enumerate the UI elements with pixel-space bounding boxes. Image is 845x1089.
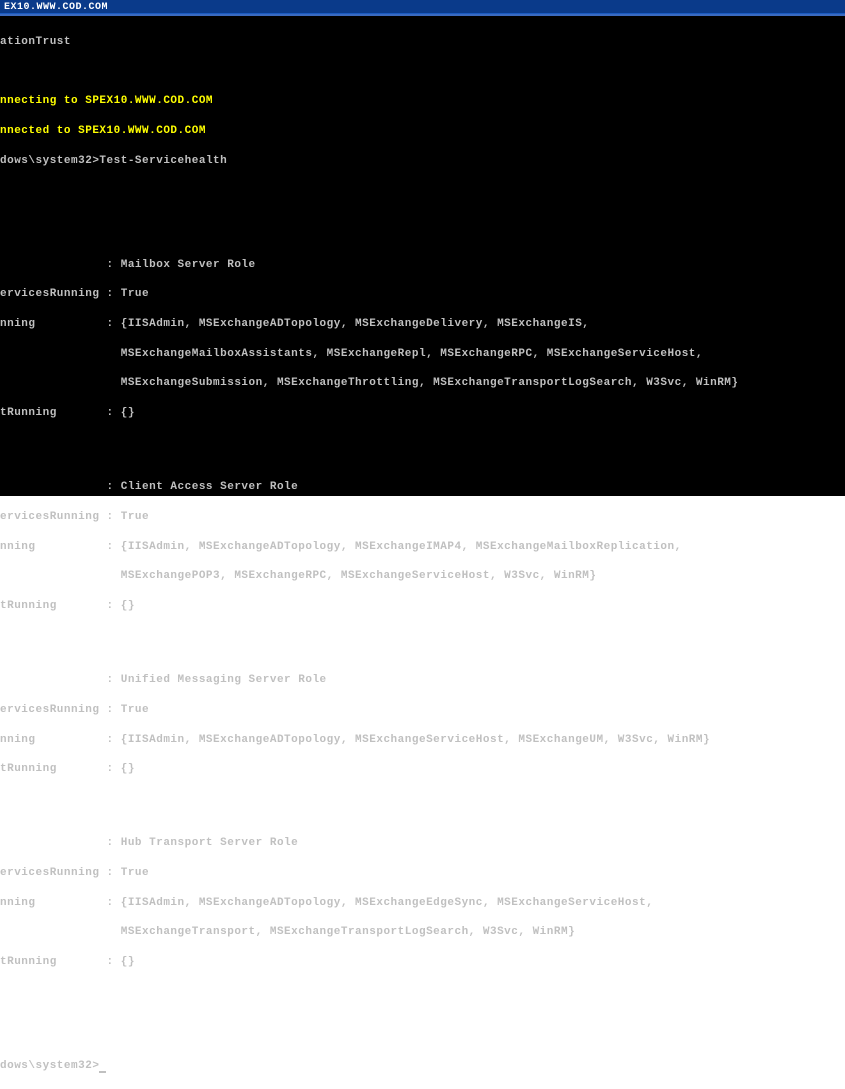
- not-running-3: tRunning : {}: [0, 955, 845, 970]
- title-text: EX10.WWW.COD.COM: [4, 2, 108, 13]
- services-list-2-a: nning : {IISAdmin, MSExchangeADTopology,…: [0, 733, 845, 748]
- cursor-icon: [99, 1071, 106, 1073]
- connected-line: nnected to SPEX10.WWW.COD.COM: [0, 124, 845, 139]
- services-list-0-a: nning : {IISAdmin, MSExchangeADTopology,…: [0, 317, 845, 332]
- running-val: True: [121, 867, 149, 879]
- role-header-1: : Client Access Server Role: [0, 480, 845, 495]
- role-header-0: : Mailbox Server Role: [0, 258, 845, 273]
- not-running-1: tRunning : {}: [0, 599, 845, 614]
- prompt-path: dows\system32>: [0, 1060, 99, 1072]
- prompt-line-2[interactable]: dows\system32>: [0, 1059, 845, 1074]
- not-running-2: tRunning : {}: [0, 762, 845, 777]
- blank: [0, 436, 845, 451]
- prompt-line-1: dows\system32>Test-Servicehealth: [0, 154, 845, 169]
- not-running-0: tRunning : {}: [0, 406, 845, 421]
- services-list-3-b: MSExchangeTransport, MSExchangeTransport…: [0, 925, 845, 940]
- blank: [0, 183, 845, 198]
- role-name: Hub Transport Server Role: [121, 837, 299, 849]
- role-header-2: : Unified Messaging Server Role: [0, 673, 845, 688]
- window-titlebar: EX10.WWW.COD.COM: [0, 0, 845, 14]
- blank: [0, 792, 845, 807]
- running-val: True: [121, 288, 149, 300]
- blank: [0, 629, 845, 644]
- services-list-0-c: MSExchangeSubmission, MSExchangeThrottli…: [0, 376, 845, 391]
- role-name: Unified Messaging Server Role: [121, 674, 327, 686]
- running-val: True: [121, 704, 149, 716]
- running-val: True: [121, 511, 149, 523]
- blank: [0, 213, 845, 228]
- blank: [0, 1015, 845, 1030]
- role-name: Client Access Server Role: [121, 481, 299, 493]
- role-name: Mailbox Server Role: [121, 259, 256, 271]
- connecting-line: nnecting to SPEX10.WWW.COD.COM: [0, 94, 845, 109]
- services-list-3-a: nning : {IISAdmin, MSExchangeADTopology,…: [0, 896, 845, 911]
- services-running-0: ervicesRunning : True: [0, 287, 845, 302]
- terminal-output[interactable]: ationTrust nnecting to SPEX10.WWW.COD.CO…: [0, 16, 845, 496]
- frag-line: ationTrust: [0, 35, 845, 50]
- services-running-3: ervicesRunning : True: [0, 866, 845, 881]
- blank: [0, 985, 845, 1000]
- role-header-3: : Hub Transport Server Role: [0, 836, 845, 851]
- blank: [0, 65, 845, 80]
- services-running-1: ervicesRunning : True: [0, 510, 845, 525]
- services-running-2: ervicesRunning : True: [0, 703, 845, 718]
- services-list-1-b: MSExchangePOP3, MSExchangeRPC, MSExchang…: [0, 569, 845, 584]
- prompt-command: Test-Servicehealth: [99, 155, 227, 167]
- services-list-1-a: nning : {IISAdmin, MSExchangeADTopology,…: [0, 540, 845, 555]
- prompt-path: dows\system32>: [0, 155, 99, 167]
- services-list-0-b: MSExchangeMailboxAssistants, MSExchangeR…: [0, 347, 845, 362]
